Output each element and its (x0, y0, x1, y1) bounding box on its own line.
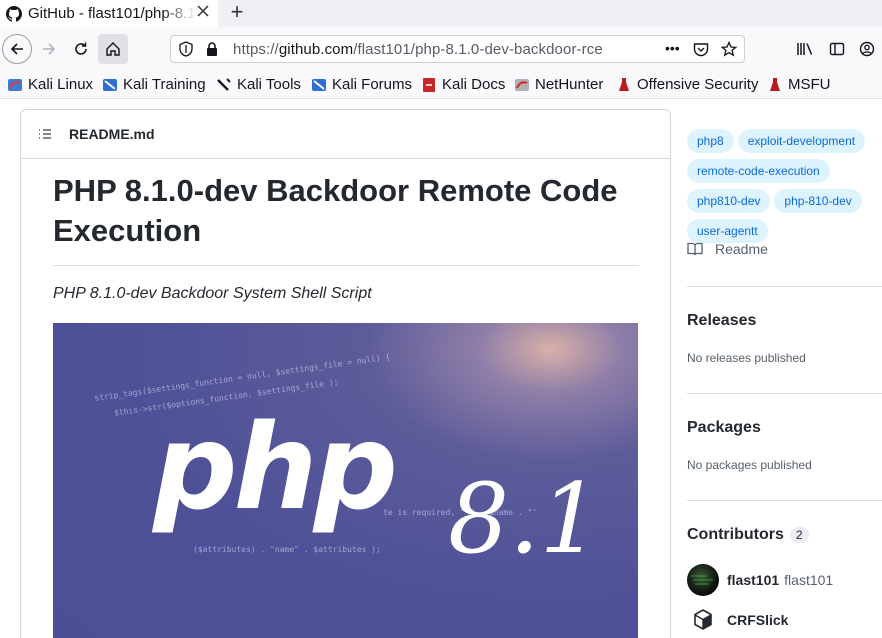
banner-code-line: ($attributes) . "name" . $attributes ); (193, 545, 381, 554)
url-text: https://github.com/flast101/php-8.1.0-de… (233, 40, 603, 58)
page-actions-menu-icon[interactable]: ••• (665, 40, 680, 56)
bookmark-label: MSFU (788, 76, 831, 93)
banner-php-logo: php (153, 398, 398, 536)
topic-tag[interactable]: remote-code-execution (687, 159, 830, 183)
topic-tag[interactable]: user-agentt (687, 219, 768, 243)
kali-forums-icon (312, 78, 326, 91)
kali-docs-icon (423, 77, 435, 92)
bookmark-msfu[interactable]: MSFU (767, 76, 831, 93)
library-icon (797, 43, 813, 55)
library-button[interactable] (790, 34, 820, 64)
bookmark-label: Kali Forums (332, 76, 413, 93)
bookmarks-toolbar: Kali Linux Kali Training Kali Tools Kali… (0, 71, 882, 99)
forward-button[interactable] (34, 34, 64, 64)
pocket-icon[interactable] (693, 42, 709, 57)
reload-icon (75, 42, 87, 55)
sidebar-divider (687, 286, 882, 287)
releases-empty-text: No releases published (687, 351, 806, 365)
tab-close-icon[interactable] (194, 4, 212, 22)
contributors-heading[interactable]: Contributors 2 (687, 526, 809, 544)
kali-training-icon (103, 78, 117, 91)
lock-icon[interactable] (205, 41, 219, 57)
msfu-icon (770, 77, 780, 91)
readme-link-label: Readme (715, 241, 768, 257)
avatar[interactable] (687, 564, 719, 596)
bookmark-kali-training[interactable]: Kali Training (102, 76, 206, 93)
contributor-login[interactable]: flast101 (727, 572, 779, 588)
avatar[interactable] (687, 604, 719, 636)
bookmark-kali-docs[interactable]: Kali Docs (421, 76, 505, 93)
topics-list: x php8exploit-development remote-code-ex… (687, 99, 877, 249)
contributor-name: flast101 (784, 572, 834, 588)
topic-tag[interactable]: exploit-development (737, 129, 866, 153)
contributors-count: 2 (789, 527, 809, 543)
bookmark-kali-tools[interactable]: Kali Tools (216, 76, 301, 93)
back-button[interactable] (2, 34, 32, 64)
readme-content: PHP 8.1.0-dev Backdoor Remote Code Execu… (53, 159, 639, 638)
home-button[interactable] (98, 34, 128, 64)
table-of-contents-icon[interactable] (37, 126, 53, 142)
readme-subtitle: PHP 8.1.0-dev Backdoor System Shell Scri… (53, 285, 372, 302)
new-tab-button[interactable]: + (226, 0, 248, 27)
reload-button[interactable] (66, 34, 96, 64)
readme-filename[interactable]: README.md (69, 126, 155, 142)
bookmark-offensive-security[interactable]: Offensive Security (616, 76, 758, 93)
account-icon (859, 41, 875, 57)
bookmark-label: Kali Docs (442, 76, 506, 93)
bookmark-kali-forums[interactable]: Kali Forums (311, 76, 412, 93)
packages-empty-text: No packages published (687, 458, 812, 472)
nethunter-icon (515, 78, 529, 91)
forward-arrow-icon (43, 43, 56, 55)
back-arrow-icon (10, 43, 23, 55)
book-icon (687, 242, 703, 256)
home-icon (106, 42, 120, 56)
readme-panel: README.md PHP 8.1.0-dev Backdoor Remote … (20, 109, 671, 638)
contributors-heading-label: Contributors (687, 526, 784, 543)
sidebar-divider (687, 393, 882, 394)
page-content: README.md PHP 8.1.0-dev Backdoor Remote … (0, 99, 882, 638)
banner-version-logo: 8.1 (448, 463, 601, 575)
bookmark-label: Kali Training (123, 76, 206, 93)
account-button[interactable] (852, 34, 882, 64)
tracking-shield-icon[interactable] (179, 41, 193, 57)
topic-tag[interactable]: php-810-dev (774, 189, 862, 213)
kali-tools-icon (217, 77, 231, 91)
readme-link[interactable]: Readme (687, 241, 768, 257)
bookmark-label: Offensive Security (637, 76, 759, 93)
tab-strip: GitHub - flast101/php-8.1.0-dev-backdoor… (0, 0, 882, 27)
bookmark-label: Kali Linux (28, 76, 94, 93)
offsec-icon (619, 77, 629, 91)
kali-icon (8, 78, 22, 91)
contributor-item[interactable]: flast101 flast101 (687, 564, 833, 596)
contributor-item[interactable]: CRFSlick (687, 604, 793, 636)
topic-tag[interactable]: php8 (687, 129, 734, 153)
bookmark-kali-linux[interactable]: Kali Linux (7, 76, 93, 93)
navigation-toolbar: https://github.com/flast101/php-8.1.0-de… (0, 27, 882, 71)
sidebar-icon (829, 42, 845, 56)
bookmark-star-icon[interactable] (721, 41, 737, 57)
cube-icon (694, 609, 712, 630)
address-bar[interactable]: https://github.com/flast101/php-8.1.0-de… (170, 35, 745, 63)
php-banner-image: strip_tags($settings_function = null, $s… (53, 323, 638, 638)
bookmark-nethunter[interactable]: NetHunter (514, 76, 603, 93)
github-icon (6, 5, 22, 22)
browser-tab-active[interactable]: GitHub - flast101/php-8.1.0-dev-backdoor… (0, 0, 218, 27)
topic-tag[interactable]: php810-dev (687, 189, 771, 213)
packages-heading[interactable]: Packages (687, 419, 761, 437)
tab-title: GitHub - flast101/php-8.1.0-dev-backdoor… (28, 5, 196, 22)
sidebar-divider (687, 500, 882, 501)
sidebar-toggle-button[interactable] (822, 34, 852, 64)
bookmark-label: Kali Tools (237, 76, 301, 93)
bookmark-label: NetHunter (535, 76, 604, 93)
readme-title: PHP 8.1.0-dev Backdoor Remote Code Execu… (53, 171, 639, 266)
readme-header: README.md (21, 110, 670, 159)
releases-heading[interactable]: Releases (687, 312, 756, 330)
contributor-login[interactable]: CRFSlick (727, 612, 788, 628)
